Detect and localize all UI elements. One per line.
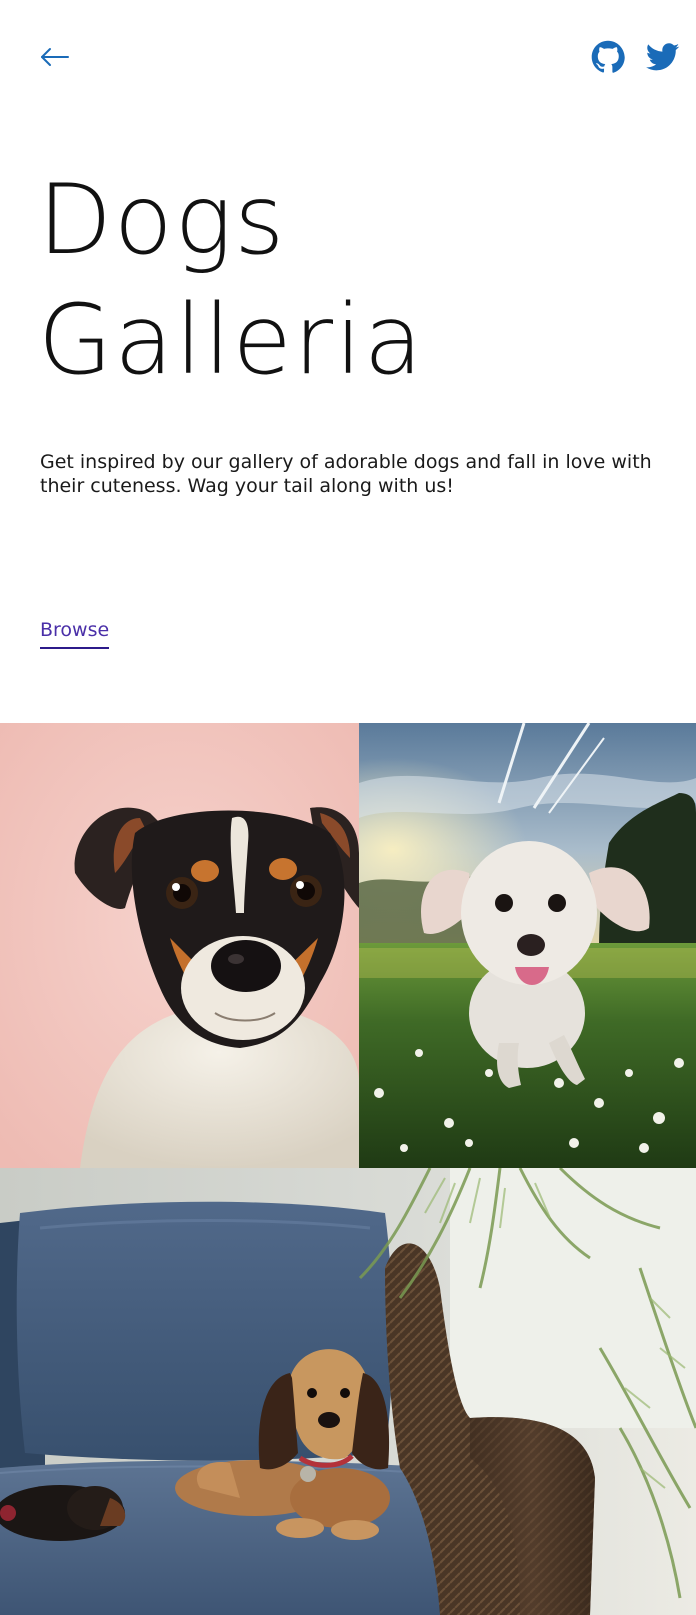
dog-photo-sofa[interactable] [0, 1168, 696, 1615]
title-line-2: Galleria [38, 284, 425, 396]
arrow-left-icon [41, 48, 69, 66]
back-button[interactable] [38, 40, 72, 74]
hero-description: Get inspired by our gallery of adorable … [40, 451, 652, 497]
dog-gallery [0, 723, 696, 1615]
dog-photo-pink[interactable] [0, 723, 359, 1168]
top-navigation [0, 0, 696, 115]
title-line-1: Dogs [38, 164, 287, 276]
github-icon [591, 40, 625, 73]
dog-field-image [359, 723, 696, 1168]
github-link[interactable] [591, 40, 625, 74]
browse-link[interactable]: Browse [40, 619, 110, 649]
dog-sofa-image [0, 1168, 696, 1615]
page-title: Dogs Galleria [38, 160, 425, 400]
twitter-icon [645, 43, 680, 71]
dog-photo-field[interactable] [359, 723, 696, 1168]
dog-portrait-image [0, 723, 359, 1168]
twitter-link[interactable] [645, 40, 680, 74]
